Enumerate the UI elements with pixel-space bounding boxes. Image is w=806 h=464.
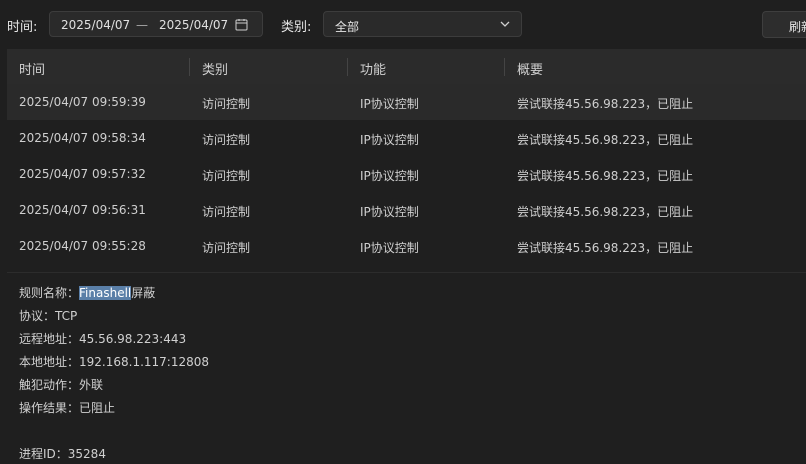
date-range-picker[interactable]: 2025/04/07 — 2025/04/07 <box>49 11 263 37</box>
cell-category: 访问控制 <box>202 241 251 255</box>
table-row[interactable]: 2025/04/07 09:59:39 访问控制 IP协议控制 尝试联接45.5… <box>7 84 806 120</box>
category-select-value: 全部 <box>335 20 360 34</box>
cell-function: IP协议控制 <box>360 241 419 255</box>
column-header-summary[interactable]: 概要 <box>517 59 543 78</box>
detail-action: 触犯动作：外联 <box>19 378 104 392</box>
cell-summary: 尝试联接45.56.98.223，已阻止 <box>517 133 694 147</box>
divider <box>7 272 806 273</box>
cell-summary: 尝试联接45.56.98.223，已阻止 <box>517 205 694 219</box>
cell-function: IP协议控制 <box>360 169 419 183</box>
table-row[interactable]: 2025/04/07 09:56:31 访问控制 IP协议控制 尝试联接45.5… <box>7 192 806 228</box>
date-start[interactable]: 2025/04/07 <box>61 18 130 32</box>
column-header-function[interactable]: 功能 <box>360 59 386 78</box>
column-separator[interactable] <box>504 58 505 76</box>
refresh-button-label: 刷新 <box>789 20 806 34</box>
log-table: 时间 类别 功能 概要 2025/04/07 09:59:39 访问控制 IP协… <box>7 49 806 264</box>
time-label: 时间: <box>7 20 38 35</box>
column-header-category[interactable]: 类别 <box>202 59 228 78</box>
cell-function: IP协议控制 <box>360 205 419 219</box>
refresh-button[interactable]: 刷新 <box>762 11 806 38</box>
rule-name-rest: 屏蔽 <box>131 286 156 300</box>
column-header-time[interactable]: 时间 <box>19 59 45 78</box>
date-end[interactable]: 2025/04/07 <box>159 18 228 32</box>
category-select[interactable]: 全部 <box>323 11 522 37</box>
cell-time: 2025/04/07 09:58:34 <box>19 131 146 145</box>
cell-function: IP协议控制 <box>360 133 419 147</box>
detail-remote-address: 远程地址：45.56.98.223:443 <box>19 332 187 346</box>
cell-time: 2025/04/07 09:55:28 <box>19 239 146 253</box>
rule-name-label: 规则名称： <box>19 286 80 300</box>
detail-rule-name: 规则名称：Finashell屏蔽 <box>19 284 155 301</box>
selected-text[interactable]: Finashell <box>79 286 132 300</box>
cell-time: 2025/04/07 09:59:39 <box>19 95 146 109</box>
cell-category: 访问控制 <box>202 97 251 111</box>
cell-category: 访问控制 <box>202 169 251 183</box>
table-row[interactable]: 2025/04/07 09:57:32 访问控制 IP协议控制 尝试联接45.5… <box>7 156 806 192</box>
cell-summary: 尝试联接45.56.98.223，已阻止 <box>517 241 694 255</box>
detail-result: 操作结果：已阻止 <box>19 401 116 415</box>
cell-summary: 尝试联接45.56.98.223，已阻止 <box>517 169 694 183</box>
filter-toolbar: 时间: 2025/04/07 — 2025/04/07 类别: 全部 刷新 <box>0 0 806 48</box>
column-separator[interactable] <box>347 58 348 76</box>
table-row[interactable]: 2025/04/07 09:55:28 访问控制 IP协议控制 尝试联接45.5… <box>7 228 806 264</box>
cell-time: 2025/04/07 09:57:32 <box>19 167 146 181</box>
detail-local-address: 本地地址：192.168.1.117:12808 <box>19 355 210 369</box>
date-separator: — <box>136 18 148 32</box>
detail-process-id: 进程ID：35284 <box>19 447 106 461</box>
column-separator[interactable] <box>189 58 190 76</box>
category-label: 类别: <box>281 20 312 35</box>
cell-function: IP协议控制 <box>360 97 419 111</box>
detail-protocol: 协议：TCP <box>19 309 78 323</box>
table-row[interactable]: 2025/04/07 09:58:34 访问控制 IP协议控制 尝试联接45.5… <box>7 120 806 156</box>
cell-time: 2025/04/07 09:56:31 <box>19 203 146 217</box>
table-header: 时间 类别 功能 概要 <box>7 49 806 84</box>
cell-category: 访问控制 <box>202 205 251 219</box>
cell-summary: 尝试联接45.56.98.223，已阻止 <box>517 97 694 111</box>
chevron-down-icon <box>500 21 510 27</box>
cell-category: 访问控制 <box>202 133 251 147</box>
calendar-icon[interactable] <box>235 18 248 31</box>
